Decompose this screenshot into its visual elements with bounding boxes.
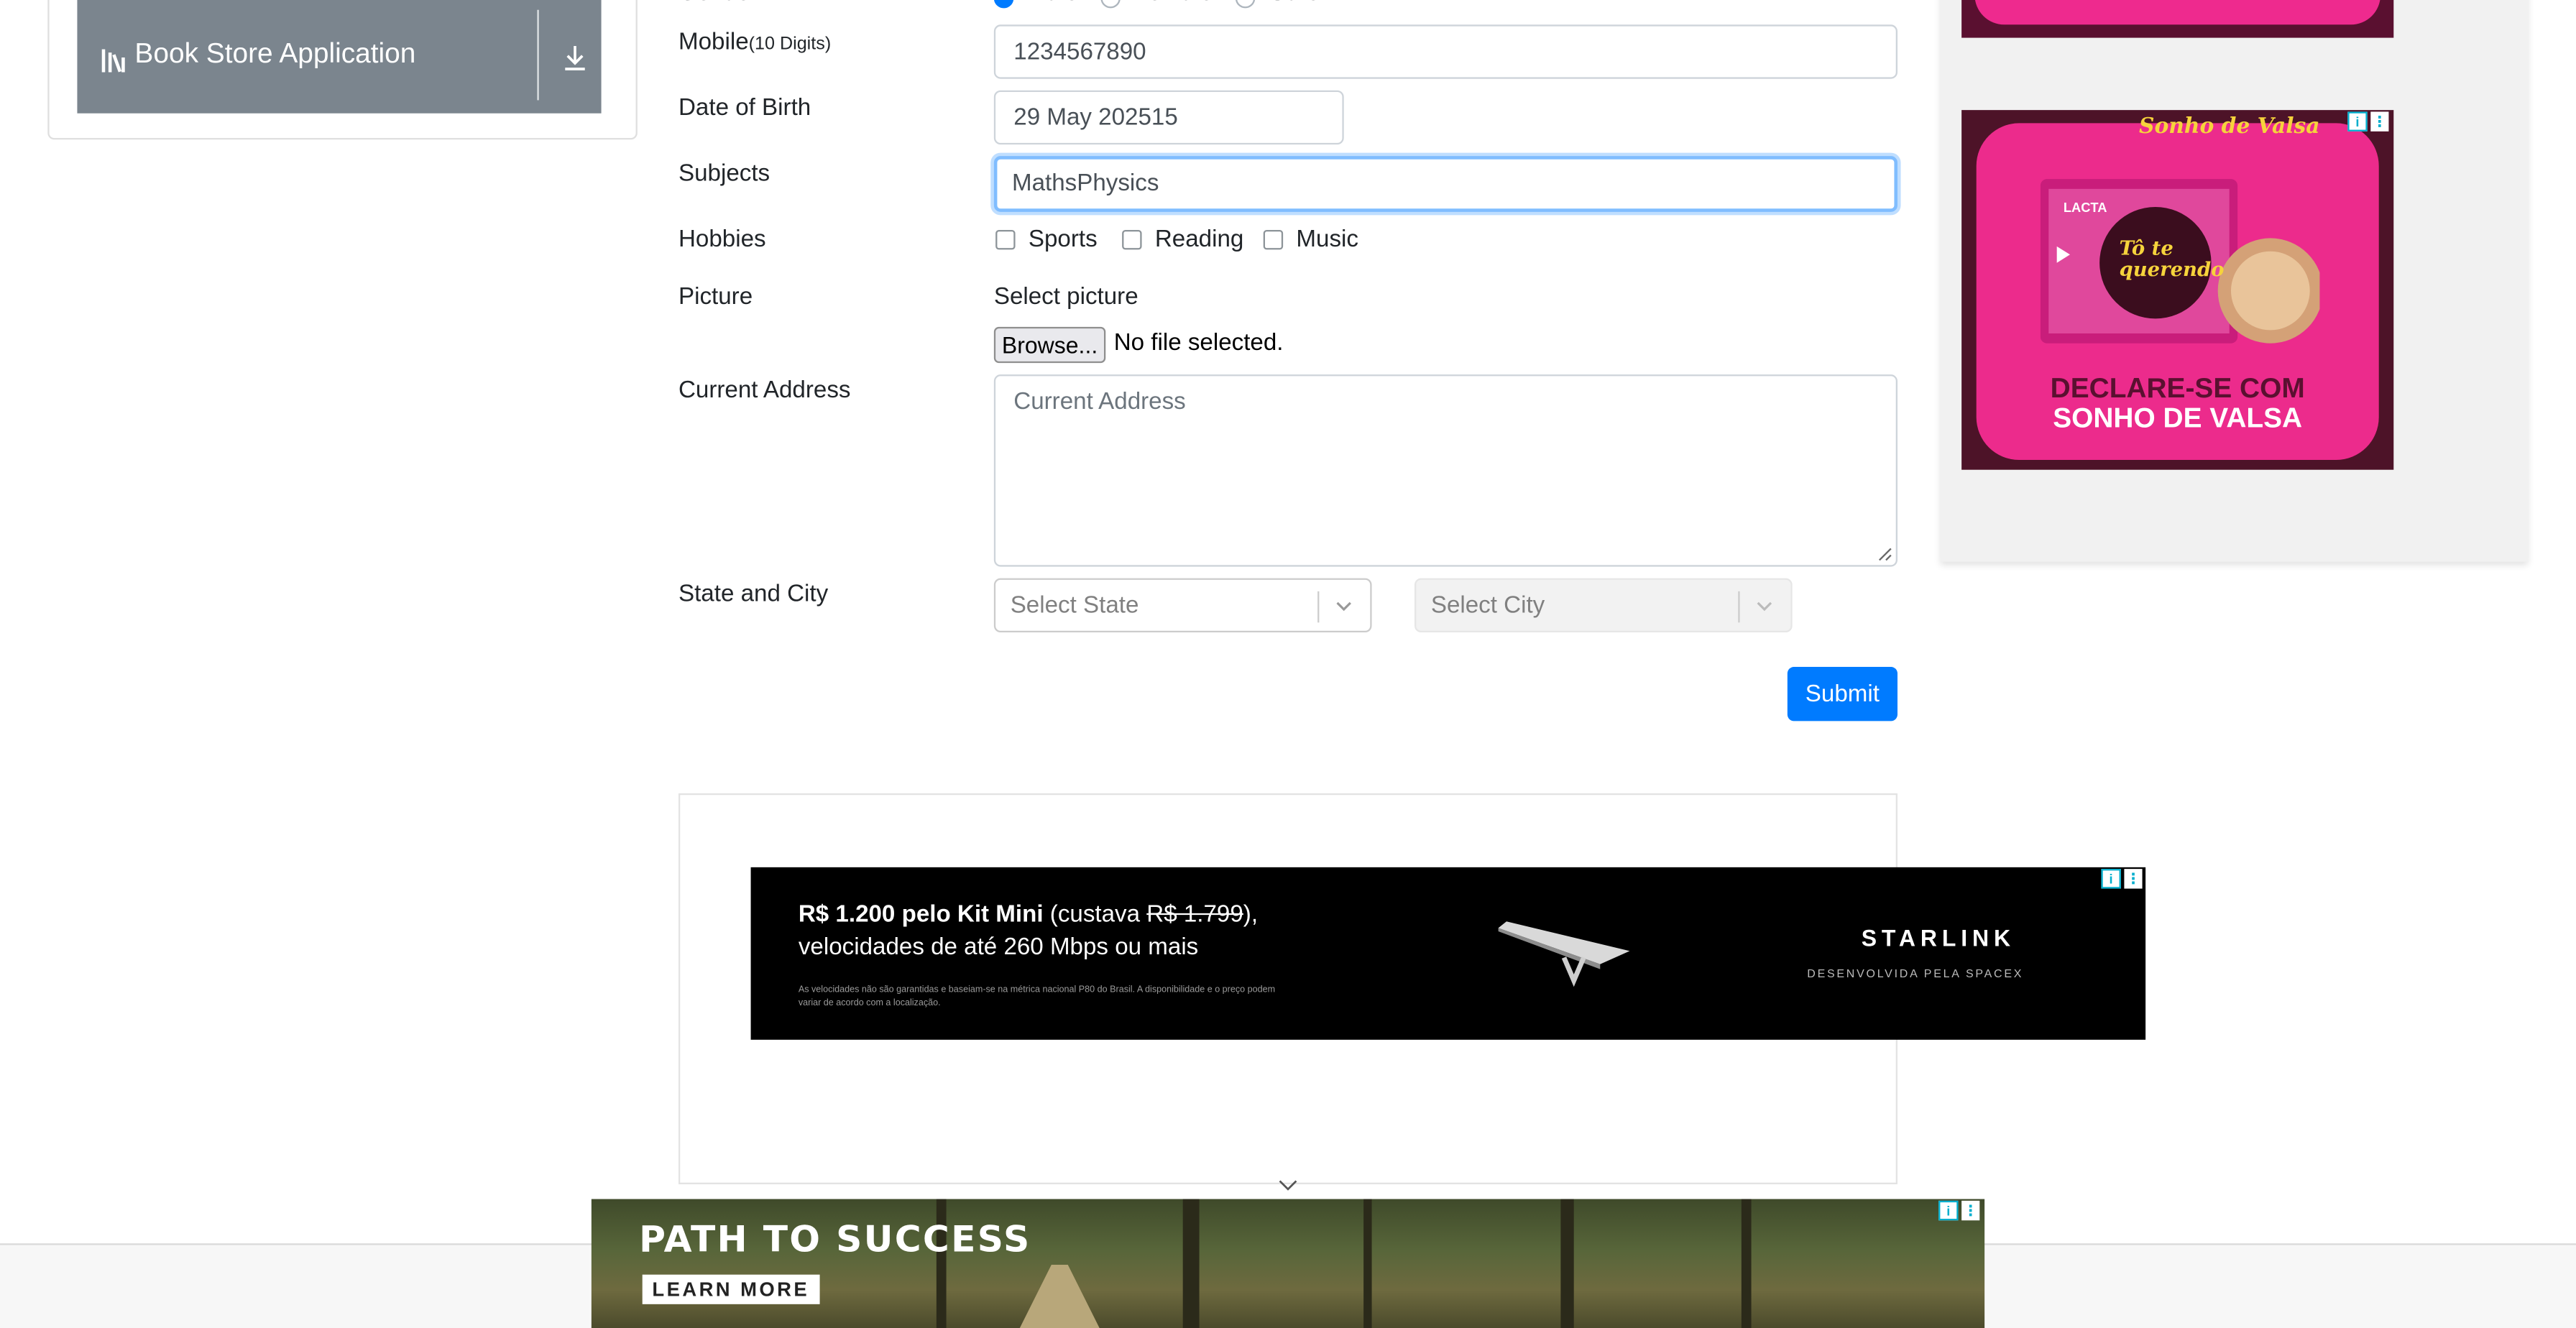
- hobby-reading-checkbox[interactable]: [1122, 229, 1142, 250]
- hobby-music-checkbox[interactable]: [1263, 229, 1284, 250]
- tree-trunk: [1741, 1199, 1752, 1328]
- hobby-music-label[interactable]: Music: [1296, 226, 1358, 253]
- subjects-value: MathsPhysics: [1011, 170, 1159, 198]
- hobby-sports-checkbox[interactable]: [995, 229, 1016, 250]
- tree-trunk: [1363, 1199, 1372, 1328]
- collapse-chevron-icon[interactable]: [1276, 1176, 1300, 1193]
- book-store-application-label: Book Store Application: [134, 37, 416, 69]
- submit-button[interactable]: Submit: [1787, 666, 1898, 721]
- adchoices-icon[interactable]: i: [2101, 869, 2121, 889]
- starlink-headline-bold: R$ 1.200 pelo Kit Mini: [798, 901, 1044, 928]
- book-store-application-item[interactable]: Book Store Application: [77, 0, 602, 114]
- starlink-fine-print: As velocidades não são garantidas e base…: [798, 985, 1276, 1009]
- chevron-down-icon[interactable]: [1333, 596, 1356, 616]
- library-icon: [101, 49, 125, 73]
- state-select-separator: [1317, 591, 1320, 623]
- tree-trunk: [936, 1199, 947, 1328]
- adchoices-icon[interactable]: i: [1938, 1200, 1959, 1221]
- candy-line-2: SONHO DE VALSA: [2053, 402, 2303, 434]
- forest-path: [1018, 1264, 1101, 1328]
- candy-ad-top[interactable]: [1961, 0, 2394, 38]
- starlink-old-price: R$ 1.799: [1146, 901, 1243, 928]
- mobile-label-hint: (10 Digits): [748, 34, 832, 55]
- picture-label: Picture: [678, 284, 753, 310]
- dob-label: Date of Birth: [678, 95, 811, 122]
- city-placeholder: Select City: [1430, 593, 1545, 619]
- city-select[interactable]: Select City: [1414, 578, 1793, 632]
- candy-pack-text: Tô te querendo: [2119, 236, 2225, 281]
- hobby-sports-label[interactable]: Sports: [1029, 226, 1098, 253]
- gender-other-label[interactable]: Other: [1269, 0, 1328, 6]
- gender-other-radio[interactable]: [1235, 0, 1256, 9]
- tree-trunk: [1182, 1199, 1200, 1328]
- city-select-separator: [1738, 591, 1740, 623]
- gender-female-radio[interactable]: [1100, 0, 1121, 9]
- mobile-input[interactable]: 1234567890: [993, 24, 1898, 79]
- starlink-brand: STARLINK: [1861, 924, 2015, 951]
- candy-ad[interactable]: Sonho de Valsa LACTA Tô te querendo DECL…: [1961, 110, 2394, 470]
- gender-label: Gender: [678, 0, 758, 6]
- select-picture-label: Select picture: [993, 284, 1138, 310]
- state-placeholder: Select State: [1010, 593, 1139, 619]
- download-icon[interactable]: [562, 42, 589, 72]
- gender-male-radio[interactable]: [993, 0, 1014, 9]
- ad-menu-icon[interactable]: ⋮: [2124, 869, 2143, 889]
- dob-input[interactable]: 29 May 202515: [993, 90, 1344, 145]
- ad-menu-icon[interactable]: ⋮: [2370, 111, 2389, 132]
- chevron-down-icon[interactable]: [1753, 596, 1776, 616]
- candy-logo: Sonho de Valsa: [2138, 114, 2320, 140]
- candy-line-1: DECLARE-SE COM: [2050, 372, 2305, 405]
- candy-pack-brand: LACTA: [2063, 200, 2107, 216]
- gender-male-label[interactable]: Male: [1027, 0, 1079, 6]
- state-select[interactable]: Select State: [993, 578, 1372, 632]
- starlink-headline-paren-open: (custava: [1043, 901, 1147, 928]
- hobby-reading-label[interactable]: Reading: [1155, 226, 1243, 253]
- hobbies-label: Hobbies: [678, 226, 766, 253]
- forest-ad-headline: PATH TO SUCCESS: [639, 1220, 1031, 1262]
- resize-grip-icon[interactable]: [1876, 545, 1892, 562]
- learn-more-button[interactable]: LEARN MORE: [642, 1274, 819, 1304]
- state-city-label: State and City: [678, 581, 829, 608]
- dob-value: 29 May 202515: [1013, 104, 1178, 131]
- page: Book Store Application Gender Male Femal…: [0, 0, 2576, 1328]
- starlink-brand-sub: DESENVOLVIDA PELA SPACEX: [1807, 969, 2024, 981]
- current-address-placeholder: Current Address: [1013, 389, 1186, 416]
- file-status: No file selected.: [1113, 330, 1284, 356]
- mobile-label: Mobile(10 Digits): [678, 29, 831, 56]
- starlink-headline-paren-close: ),: [1243, 901, 1259, 928]
- subjects-input[interactable]: MathsPhysics: [993, 156, 1898, 212]
- mobile-value: 1234567890: [1013, 38, 1146, 65]
- browse-button[interactable]: Browse...: [993, 326, 1106, 364]
- candy-ad-top-fill: [1974, 0, 2380, 25]
- satellite-dish-image: [1498, 921, 1630, 987]
- starlink-speed: velocidades de até 260 Mbps ou mais: [798, 934, 1199, 962]
- starlink-headline: R$ 1.200 pelo Kit Mini (custava R$ 1.799…: [799, 902, 1258, 928]
- subjects-label: Subjects: [678, 160, 770, 188]
- current-address-textarea[interactable]: Current Address: [993, 374, 1898, 567]
- mobile-label-text: Mobile: [678, 29, 749, 56]
- ad-menu-icon[interactable]: ⋮: [1961, 1200, 1980, 1221]
- divider: [537, 9, 539, 101]
- current-address-label: Current Address: [678, 377, 851, 405]
- adchoices-icon[interactable]: i: [2347, 111, 2368, 132]
- forest-ad[interactable]: PATH TO SUCCESS LEARN MORE: [591, 1199, 1985, 1328]
- gender-female-label[interactable]: Female: [1133, 0, 1213, 6]
- tree-trunk: [1560, 1199, 1574, 1328]
- starlink-ad[interactable]: R$ 1.200 pelo Kit Mini (custava R$ 1.799…: [750, 867, 2146, 1040]
